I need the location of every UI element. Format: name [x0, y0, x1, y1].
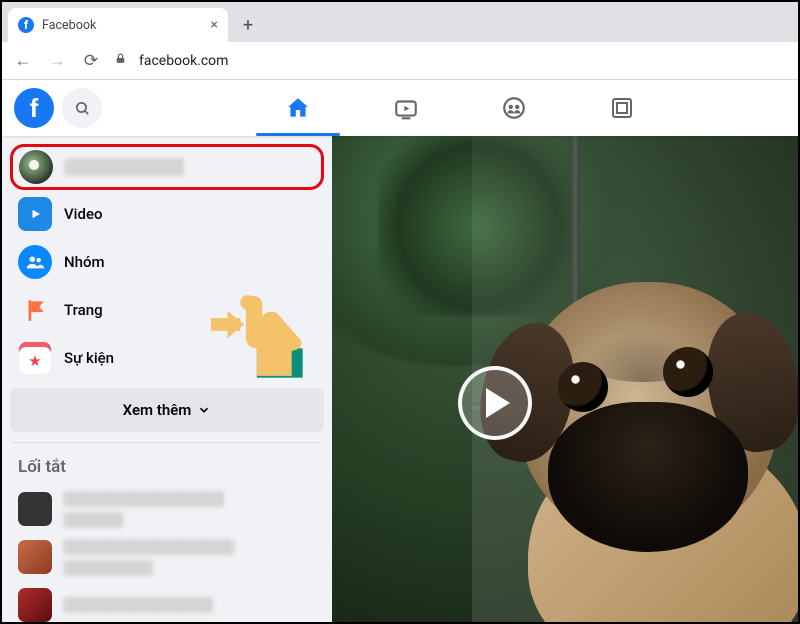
browser-tab-strip: f Facebook × +: [2, 2, 798, 42]
gaming-icon: [610, 96, 634, 120]
shortcut-label-redacted: [64, 539, 234, 555]
dog-image: [488, 242, 798, 622]
shortcut-label-redacted: [64, 491, 224, 507]
shortcut-thumbnail: [18, 588, 52, 622]
fb-top-nav: [128, 80, 672, 136]
shortcut-item[interactable]: [10, 485, 324, 533]
feed: [332, 136, 798, 622]
search-icon: [74, 100, 91, 117]
close-icon[interactable]: ×: [211, 17, 218, 33]
address-url[interactable]: facebook.com: [139, 53, 228, 69]
feed-video-post[interactable]: [332, 136, 798, 622]
groups-icon: [18, 245, 52, 279]
play-button[interactable]: [458, 366, 532, 440]
avatar: [19, 150, 53, 184]
forward-button[interactable]: →: [46, 51, 68, 71]
fb-header: f: [2, 80, 798, 136]
shortcut-thumbnail: [18, 540, 52, 574]
video-icon: [18, 197, 52, 231]
shortcut-item[interactable]: [10, 581, 324, 622]
browser-toolbar: ← → ⟳ facebook.com: [2, 42, 798, 80]
home-icon: [285, 95, 311, 121]
sidebar-item-label: Sự kiện: [64, 349, 114, 367]
groups-icon: [501, 95, 527, 121]
new-tab-button[interactable]: +: [234, 11, 262, 39]
sidebar-item-pages[interactable]: Trang: [10, 286, 324, 334]
sidebar-item-label: Video: [64, 205, 103, 223]
see-more-label: Xem thêm: [123, 401, 192, 419]
fb-body: Video Nhóm Trang ★ Sự kiện Xem thêm Lối …: [2, 136, 798, 622]
browser-tab[interactable]: f Facebook ×: [8, 8, 228, 42]
divider: [12, 442, 322, 443]
calendar-icon: ★: [18, 341, 52, 375]
sidebar-item-events[interactable]: ★ Sự kiện: [10, 334, 324, 382]
shortcut-label-redacted: [64, 512, 124, 528]
watch-icon: [393, 95, 419, 121]
shortcut-thumbnail: [18, 492, 52, 526]
sidebar: Video Nhóm Trang ★ Sự kiện Xem thêm Lối …: [2, 136, 332, 622]
shortcuts-heading: Lối tắt: [10, 453, 324, 485]
nav-watch[interactable]: [356, 80, 456, 136]
chevron-down-icon: [197, 403, 211, 417]
shortcut-label-redacted: [64, 560, 154, 576]
facebook-favicon: f: [18, 17, 34, 33]
sidebar-see-more[interactable]: Xem thêm: [10, 388, 324, 432]
nav-gaming[interactable]: [572, 80, 672, 136]
nav-groups[interactable]: [464, 80, 564, 136]
search-button[interactable]: [62, 88, 102, 128]
sidebar-item-label: Nhóm: [64, 253, 105, 271]
shortcut-item[interactable]: [10, 533, 324, 581]
tab-title: Facebook: [42, 18, 96, 33]
reload-button[interactable]: ⟳: [80, 51, 102, 71]
sidebar-item-video[interactable]: Video: [10, 190, 324, 238]
sidebar-item-label: Trang: [64, 301, 103, 319]
facebook-logo[interactable]: f: [14, 88, 54, 128]
back-button[interactable]: ←: [12, 51, 34, 71]
lock-icon: [114, 52, 127, 69]
profile-name-redacted: [65, 158, 185, 176]
sidebar-item-profile[interactable]: [10, 144, 324, 190]
nav-home[interactable]: [248, 80, 348, 136]
flag-icon: [18, 293, 52, 327]
shortcut-label-redacted: [64, 597, 214, 613]
sidebar-item-groups[interactable]: Nhóm: [10, 238, 324, 286]
